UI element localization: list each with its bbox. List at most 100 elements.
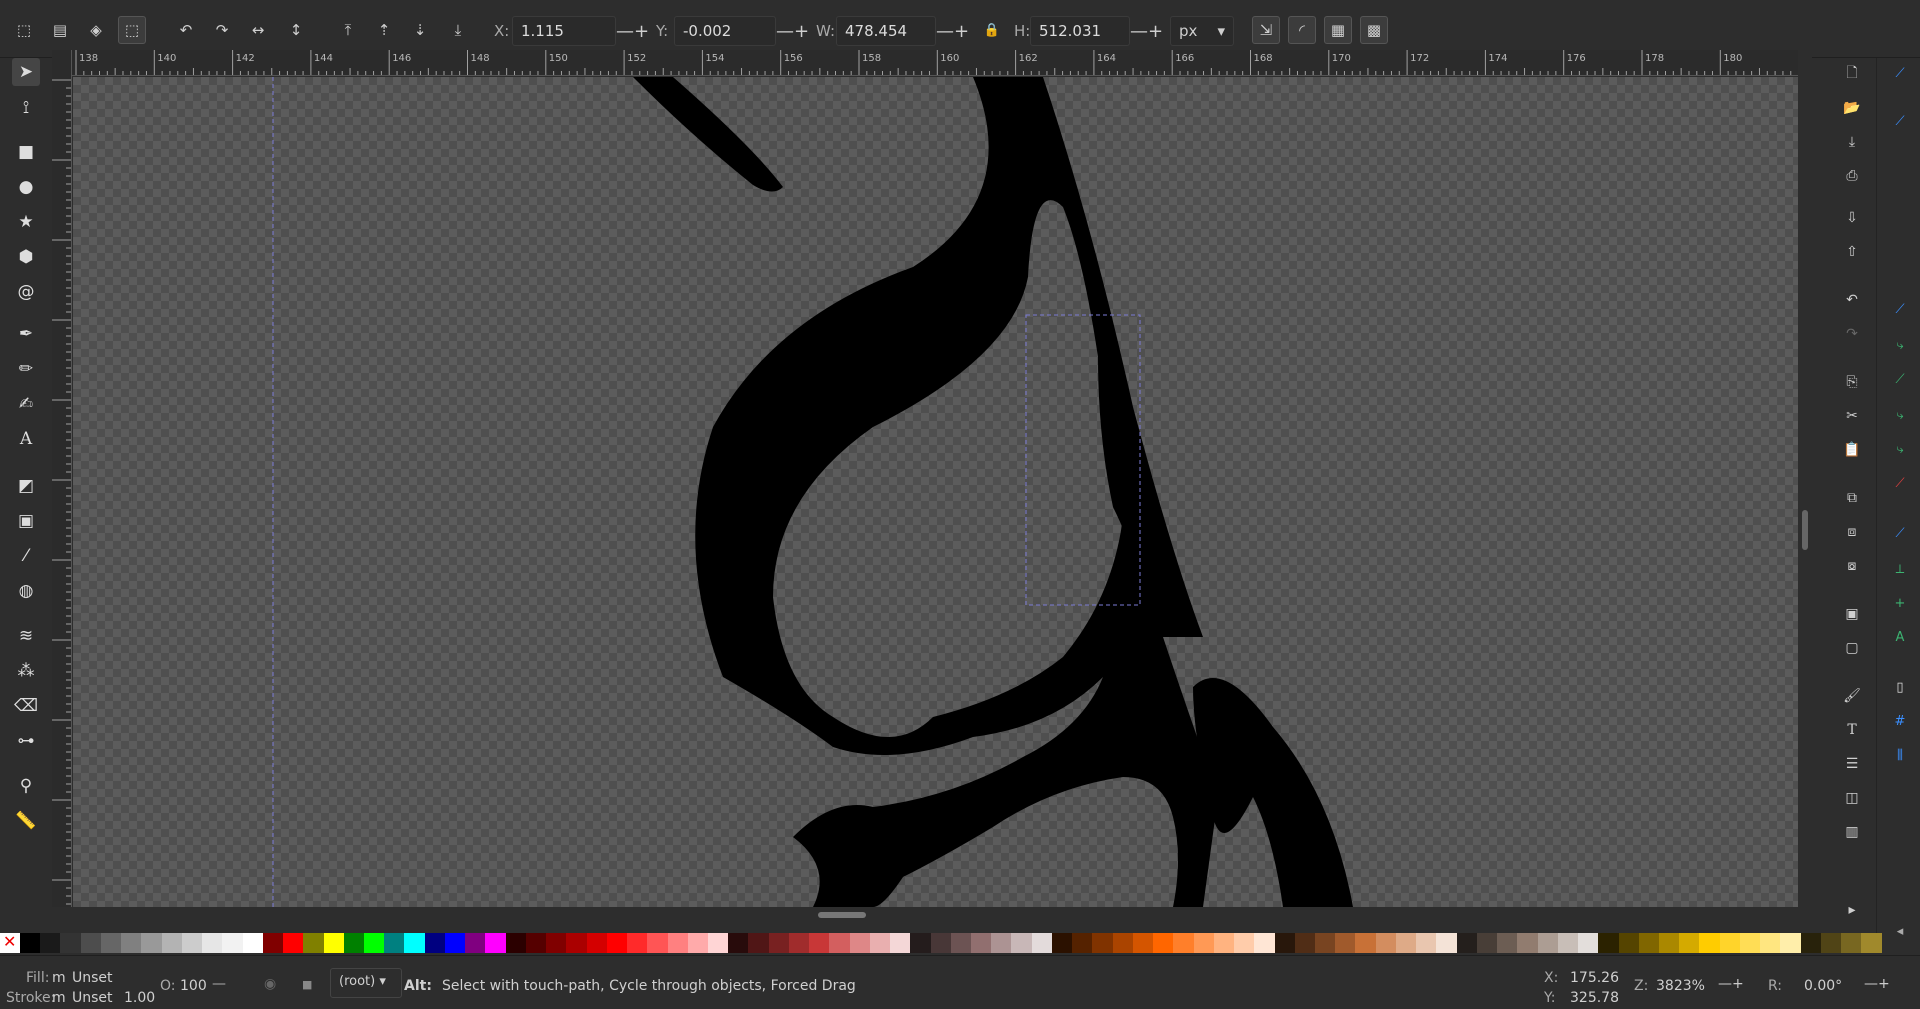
color-swatch[interactable] [202,933,223,953]
align-distribute-icon[interactable]: ▥ [1840,820,1864,844]
w-stepper[interactable]: —+ [936,16,969,46]
color-swatch[interactable] [586,933,607,953]
cut-icon[interactable]: ✂ [1840,404,1864,428]
color-swatch[interactable] [1254,933,1275,953]
shape-right-spike[interactable] [1193,678,1353,907]
color-swatch[interactable] [363,933,385,953]
x-stepper[interactable]: —+ [616,16,649,46]
color-swatch[interactable] [687,933,708,953]
color-swatch[interactable] [1335,933,1356,953]
paste-icon[interactable]: 📋 [1840,438,1864,462]
opacity-stepper[interactable]: — [212,976,226,992]
w-field[interactable] [836,16,936,46]
pencil-tool-icon[interactable]: ✏ [12,355,40,383]
color-swatch[interactable] [1760,933,1781,953]
snap-cusp-icon[interactable]: ⤷ [1889,404,1911,426]
color-swatch[interactable] [20,933,41,953]
snap-intersection-icon[interactable]: ⟋ [1889,368,1911,390]
stroke-width[interactable]: 1.00 [124,990,155,1006]
snap-rotation-center-icon[interactable]: + [1889,592,1911,614]
color-swatch[interactable] [1679,933,1700,953]
color-swatch[interactable] [1841,933,1862,953]
select-all-icon[interactable]: ⬚ [10,16,38,44]
color-swatch[interactable] [1578,933,1599,953]
color-swatch[interactable] [141,933,162,953]
move-patterns-icon[interactable]: ▩ [1360,16,1388,44]
star-tool-icon[interactable]: ★ [12,208,40,236]
opacity-value[interactable]: 100 [180,978,207,994]
color-swatch[interactable] [161,933,182,953]
color-swatch[interactable] [525,933,547,953]
vertical-scrollbar[interactable] [1798,50,1812,907]
color-swatch[interactable] [930,933,951,953]
zoom-value[interactable]: 3823% [1656,978,1705,994]
unlink-clone-icon[interactable]: ⧇ [1840,554,1864,578]
snap-paths-icon[interactable]: ⤷ [1889,334,1911,356]
color-swatch[interactable] [1051,933,1073,953]
lower-to-bottom-icon[interactable]: ⤓ [444,16,472,44]
lock-ratio-icon[interactable]: 🔒 [978,16,1006,44]
touch-select-icon[interactable]: ⬚ [118,16,146,44]
w-input[interactable] [837,22,935,40]
h-stepper[interactable]: —+ [1130,16,1163,46]
deselect-icon[interactable]: ◈ [82,16,110,44]
color-swatch[interactable] [303,933,324,953]
zoom-tool-icon[interactable]: ⚲ [12,772,40,800]
snap-text-baseline-icon[interactable]: A [1889,626,1911,648]
calligraphy-tool-icon[interactable]: ✍ [12,390,40,418]
color-swatch[interactable] [1173,933,1194,953]
color-swatch[interactable] [1153,933,1174,953]
color-swatch[interactable] [505,933,526,953]
color-swatch[interactable] [323,933,344,953]
color-swatch[interactable] [606,933,628,953]
color-swatch[interactable] [1719,933,1740,953]
text-font-icon[interactable]: T [1840,718,1864,742]
save-icon[interactable]: ⤓ [1840,130,1864,154]
snap-nodes-icon[interactable]: ⟋ [1889,298,1911,320]
color-swatch[interactable] [343,933,364,953]
snap-midpoint-icon[interactable]: ⟋ [1889,472,1911,494]
spray-tool-icon[interactable]: ⁂ [12,657,40,685]
color-swatch[interactable] [1436,933,1457,953]
color-swatch[interactable] [222,933,243,953]
paint-bucket-tool-icon[interactable]: ◍ [12,577,40,605]
fill-value[interactable]: Unset [72,970,113,986]
horizontal-scrollbar[interactable] [73,907,1798,923]
h-field[interactable] [1030,16,1130,46]
new-document-icon[interactable]: 🗋 [1840,62,1864,86]
color-swatch[interactable] [1011,933,1032,953]
connector-tool-icon[interactable]: ⊶ [12,727,40,755]
select-all-layers-icon[interactable]: ▤ [46,16,74,44]
gradient-tool-icon[interactable]: ◩ [12,472,40,500]
color-swatch[interactable] [1618,933,1639,953]
color-swatch[interactable] [829,933,850,953]
color-swatch[interactable] [1456,933,1477,953]
color-swatch[interactable] [485,933,506,953]
color-swatch[interactable] [546,933,567,953]
color-swatch[interactable] [1294,933,1315,953]
flip-vertical-icon[interactable]: ↕ [282,16,310,44]
color-swatch[interactable] [404,933,425,953]
color-swatch[interactable] [890,933,911,953]
node-tool-icon[interactable]: ⟟ [12,94,40,122]
color-swatch[interactable] [748,933,769,953]
color-swatch[interactable] [283,933,304,953]
color-swatch[interactable] [627,933,648,953]
mesh-tool-icon[interactable]: ▣ [12,507,40,535]
ungroup-icon[interactable]: ▢ [1840,636,1864,660]
snap-bbox-icon[interactable]: ⟋ [1889,110,1911,132]
color-swatch[interactable] [1739,933,1761,953]
color-swatch[interactable] [1598,933,1619,953]
color-swatch[interactable] [1476,933,1498,953]
color-swatch[interactable] [242,933,263,953]
rotate-ccw-icon[interactable]: ↶ [172,16,200,44]
snap-center-icon[interactable]: ⟂ [1889,558,1911,580]
fill-stroke-icon[interactable]: 🖌 [1840,684,1864,708]
expand-arrow-icon[interactable]: ▸ [1840,898,1864,922]
color-swatch[interactable] [444,933,466,953]
rotation-stepper[interactable]: —+ [1864,976,1890,992]
copy-icon[interactable]: ⎘ [1840,370,1864,394]
color-swatch[interactable] [40,933,61,953]
y-field[interactable] [674,16,776,46]
scale-stroke-icon[interactable]: ⇲ [1252,16,1280,44]
